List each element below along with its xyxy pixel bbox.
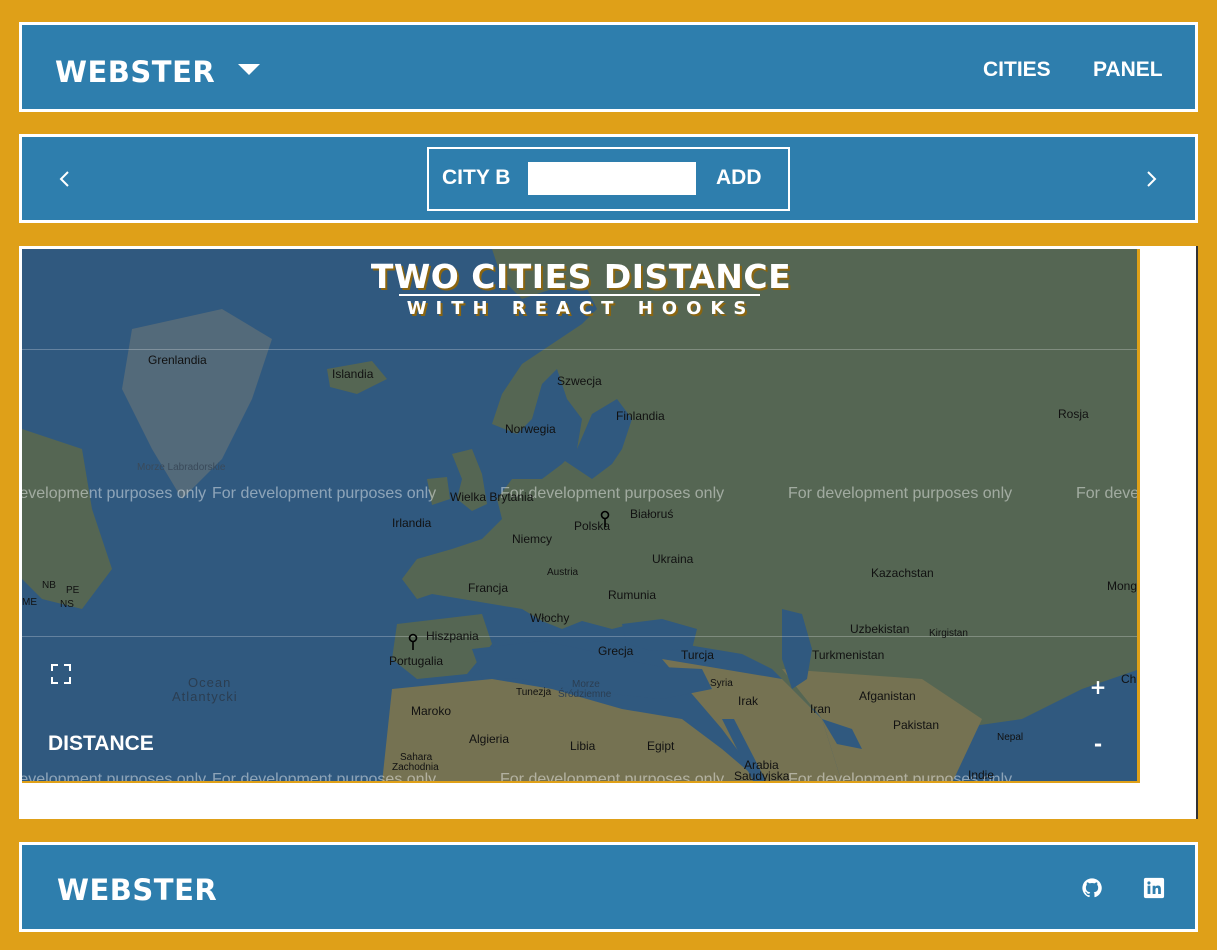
map-label: Chi (1121, 672, 1140, 686)
map-label: Portugalia (389, 654, 444, 668)
fullscreen-icon[interactable] (50, 663, 72, 685)
map-watermark: For development purposes only (1076, 485, 1140, 502)
map-label: Ukraina (652, 552, 694, 566)
map-label: Niemcy (512, 532, 553, 546)
map-label: Syria (710, 678, 733, 689)
map-label: Śródziemne (558, 689, 612, 700)
map-pin-icon[interactable] (407, 633, 419, 651)
add-button[interactable]: ADD (716, 166, 762, 190)
city-form: CITY B ADD (427, 147, 790, 211)
top-navbar: WEBSTER CITIES PANEL (19, 22, 1198, 112)
map-label: Saudyjska (734, 769, 790, 783)
map-label: Tunezja (516, 687, 552, 698)
zoom-out-button[interactable]: - (1088, 732, 1108, 756)
map-label: Libia (570, 739, 596, 753)
map-label: Finlandia (616, 409, 665, 423)
map-label: Nepal (997, 732, 1024, 743)
map-label: Egipt (647, 739, 675, 753)
map-label: Pakistan (893, 718, 940, 732)
brand-logo[interactable]: WEBSTER (55, 55, 215, 89)
map-label: Atlantycki (172, 689, 238, 704)
map-label: Szwecja (557, 374, 602, 388)
title-underline (399, 294, 760, 296)
nav-cities-link[interactable]: CITIES (983, 58, 1051, 82)
map-label: Hiszpania (426, 629, 479, 643)
footer-brand: WEBSTER (57, 873, 218, 907)
map-label: Maroko (411, 704, 452, 718)
map-label: Turkmenistan (812, 648, 885, 662)
map-title: TWO CITIES DISTANCE (370, 257, 792, 296)
linkedin-icon[interactable] (1143, 877, 1165, 899)
map-label: Kirgistan (929, 628, 968, 639)
chevron-left-icon[interactable] (58, 167, 72, 195)
map-label: Włochy (530, 611, 570, 625)
map-label: Zachodnia (392, 762, 439, 773)
map-label: ME (22, 597, 37, 608)
map-watermark: For development purposes only (22, 771, 207, 783)
chevron-right-icon[interactable] (1144, 167, 1158, 195)
footer: WEBSTER (19, 842, 1198, 932)
map-label: Irlandia (392, 516, 432, 530)
nav-panel-link[interactable]: PANEL (1093, 58, 1163, 82)
map-subtitle: WITH REACT HOOKS (406, 298, 756, 319)
map-watermark: For development purposes only (212, 485, 437, 502)
map-label: Iran (810, 702, 831, 716)
map-gridline (22, 636, 1137, 637)
map-label: Białoruś (630, 507, 674, 521)
map-pin-icon[interactable] (599, 510, 611, 528)
map-watermark: For development purposes only (788, 485, 1013, 502)
map-watermark: For development purposes only (22, 485, 207, 502)
map-watermark: For development purposes only (500, 771, 725, 783)
zoom-in-button[interactable]: + (1088, 675, 1108, 699)
map-label: NB (42, 580, 56, 591)
map-label: Austria (547, 567, 579, 578)
map-panel: For development purposes only For develo… (19, 246, 1198, 819)
map-label: NS (60, 599, 74, 610)
map-label: Ocean (188, 675, 232, 690)
map-label: PE (66, 585, 80, 596)
map-label: Wielka Brytania (450, 490, 534, 504)
map-watermark: For development purposes only (500, 485, 725, 502)
map-label: Algieria (469, 732, 510, 746)
map-label: Grenlandia (148, 353, 207, 367)
caret-down-icon[interactable] (238, 64, 260, 75)
map-label: Grecja (598, 644, 634, 658)
map-label: Rosja (1058, 407, 1089, 421)
map-label: Indie (968, 768, 995, 782)
map-label: Mong (1107, 579, 1138, 593)
city-controls-bar: CITY B ADD (19, 134, 1198, 223)
distance-label: DISTANCE (48, 732, 154, 755)
map-label: Rumunia (608, 588, 657, 602)
map-label: Morze Labradorskie (137, 462, 226, 473)
map-label: Francja (468, 581, 509, 595)
map-label: Kazachstan (871, 566, 934, 580)
map-label: Uzbekistan (850, 622, 910, 636)
map-gridline (22, 349, 1137, 350)
map-label: Afganistan (859, 689, 916, 703)
city-input[interactable] (528, 162, 696, 195)
github-icon[interactable] (1081, 877, 1103, 899)
map-label: Islandia (332, 367, 374, 381)
map-label: Irak (738, 694, 759, 708)
map-label: Turcja (681, 648, 714, 662)
map-view[interactable]: For development purposes only For develo… (22, 249, 1140, 783)
map-label: Norwegia (505, 422, 556, 436)
city-label: CITY B (442, 166, 511, 189)
